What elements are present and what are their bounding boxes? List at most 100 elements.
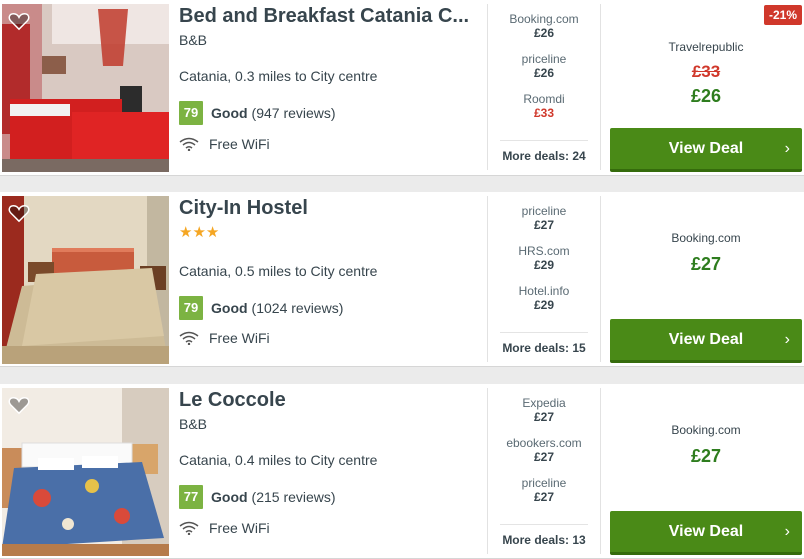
hotel-photo[interactable] bbox=[2, 196, 169, 364]
wifi-icon bbox=[179, 521, 199, 535]
deal-provider: Hotel.info bbox=[518, 284, 570, 298]
hotel-card: Bed and Breakfast Catania C... B&B Catan… bbox=[0, 0, 804, 176]
other-deal[interactable]: Hotel.info £29 bbox=[498, 284, 590, 324]
hotel-card: Le Coccole B&B Catania, 0.4 miles to Cit… bbox=[0, 384, 804, 559]
deal-price: £29 bbox=[533, 298, 555, 312]
hotel-name[interactable]: Le Coccole bbox=[179, 388, 477, 412]
deal-provider: priceline bbox=[521, 476, 567, 490]
divider bbox=[600, 196, 601, 362]
review-count: (947 reviews) bbox=[251, 105, 336, 121]
other-deal[interactable]: priceline £27 bbox=[498, 204, 590, 244]
star-rating: ★★★ bbox=[179, 224, 220, 241]
deal-provider: priceline bbox=[521, 52, 567, 66]
chevron-right-icon: › bbox=[784, 523, 790, 540]
chevron-right-icon: › bbox=[784, 140, 790, 157]
hotel-name[interactable]: City-In Hostel bbox=[179, 196, 477, 220]
deal-price: £26 bbox=[533, 66, 555, 80]
more-deals-link[interactable]: More deals: 15 bbox=[500, 332, 588, 355]
other-deals: Booking.com £26 priceline £26 Roomdi £33 bbox=[498, 12, 590, 132]
other-deal[interactable]: Roomdi £33 bbox=[498, 92, 590, 132]
rating-row[interactable]: 77 Good (215 reviews) bbox=[179, 485, 336, 509]
deal-price: £26 bbox=[533, 26, 555, 40]
hotel-info: City-In Hostel ★★★ Catania, 0.5 miles to… bbox=[179, 196, 479, 346]
other-deal[interactable]: Booking.com £26 bbox=[498, 12, 590, 52]
deal-price: £33 bbox=[533, 106, 555, 120]
hotel-location: Catania, 0.3 miles to City centre bbox=[179, 68, 378, 84]
deal-provider: Expedia bbox=[522, 396, 566, 410]
amenity-row: Free WiFi bbox=[179, 330, 270, 346]
other-deal[interactable]: Expedia £27 bbox=[498, 396, 590, 436]
hotel-results-list: Bed and Breakfast Catania C... B&B Catan… bbox=[0, 0, 804, 559]
divider bbox=[600, 388, 601, 554]
amenity-row: Free WiFi bbox=[179, 520, 270, 536]
best-deal: -21% Travelrepublic £33 £26 View Deal › bbox=[610, 0, 802, 176]
view-deal-button[interactable]: View Deal › bbox=[610, 128, 802, 172]
wifi-icon bbox=[179, 331, 199, 345]
hotel-photo[interactable] bbox=[2, 388, 169, 556]
deal-provider: HRS.com bbox=[518, 244, 570, 258]
best-deal: Booking.com £27 View Deal › bbox=[610, 192, 802, 368]
view-deal-label: View Deal bbox=[668, 330, 744, 348]
deal-price: £27 bbox=[533, 410, 555, 424]
hotel-photo[interactable] bbox=[2, 4, 169, 172]
view-deal-label: View Deal bbox=[668, 139, 744, 157]
other-deals: Expedia £27 ebookers.com £27 priceline £… bbox=[498, 396, 590, 516]
amenity-row: Free WiFi bbox=[179, 136, 270, 152]
hotel-info: Bed and Breakfast Catania C... B&B Catan… bbox=[179, 4, 479, 152]
deal-provider: priceline bbox=[521, 204, 567, 218]
heart-icon[interactable] bbox=[8, 11, 30, 31]
wifi-icon bbox=[179, 137, 199, 151]
review-count: (215 reviews) bbox=[251, 489, 336, 505]
other-deal[interactable]: priceline £26 bbox=[498, 52, 590, 92]
rating-score: 77 bbox=[179, 485, 203, 509]
old-price: £33 bbox=[691, 62, 721, 81]
deal-provider: ebookers.com bbox=[506, 436, 582, 450]
deal-provider: Roomdi bbox=[523, 92, 565, 106]
rating-label: Good bbox=[211, 489, 248, 505]
review-count: (1024 reviews) bbox=[251, 300, 344, 316]
hotel-info: Le Coccole B&B Catania, 0.4 miles to Cit… bbox=[179, 388, 479, 536]
chevron-right-icon: › bbox=[784, 331, 790, 348]
more-deals-link[interactable]: More deals: 13 bbox=[500, 524, 588, 547]
other-deal[interactable]: HRS.com £29 bbox=[498, 244, 590, 284]
amenity-label: Free WiFi bbox=[209, 136, 270, 152]
divider bbox=[600, 4, 601, 170]
accommodation-type: B&B bbox=[179, 416, 208, 432]
best-deal-provider: Travelrepublic bbox=[668, 40, 744, 54]
best-deal-provider: Booking.com bbox=[671, 423, 741, 437]
best-deal-provider: Booking.com bbox=[671, 231, 741, 245]
hotel-location: Catania, 0.4 miles to City centre bbox=[179, 452, 378, 468]
divider bbox=[487, 388, 488, 554]
heart-icon[interactable] bbox=[8, 203, 30, 223]
deal-price: £27 bbox=[533, 450, 555, 464]
hotel-location: Catania, 0.5 miles to City centre bbox=[179, 263, 378, 279]
rating-row[interactable]: 79 Good (1024 reviews) bbox=[179, 296, 343, 320]
best-price: £27 bbox=[690, 254, 722, 274]
other-deal[interactable]: ebookers.com £27 bbox=[498, 436, 590, 476]
rating-row[interactable]: 79 Good (947 reviews) bbox=[179, 101, 336, 125]
heart-icon[interactable] bbox=[8, 395, 30, 415]
other-deals: priceline £27 HRS.com £29 Hotel.info £29 bbox=[498, 204, 590, 324]
rating-label: Good bbox=[211, 105, 248, 121]
deal-price: £27 bbox=[533, 490, 555, 504]
hotel-name[interactable]: Bed and Breakfast Catania C... bbox=[179, 4, 477, 28]
best-price: £27 bbox=[690, 446, 722, 466]
amenity-label: Free WiFi bbox=[209, 330, 270, 346]
view-deal-button[interactable]: View Deal › bbox=[610, 319, 802, 363]
deal-price: £29 bbox=[533, 258, 555, 272]
more-deals-link[interactable]: More deals: 24 bbox=[500, 140, 588, 163]
deal-provider: Booking.com bbox=[509, 12, 579, 26]
rating-score: 79 bbox=[179, 296, 203, 320]
best-price: £26 bbox=[690, 86, 722, 106]
other-deal[interactable]: priceline £27 bbox=[498, 476, 590, 516]
rating-score: 79 bbox=[179, 101, 203, 125]
view-deal-button[interactable]: View Deal › bbox=[610, 511, 802, 555]
hotel-card: City-In Hostel ★★★ Catania, 0.5 miles to… bbox=[0, 192, 804, 367]
accommodation-type: B&B bbox=[179, 32, 208, 48]
best-deal: Booking.com £27 View Deal › bbox=[610, 384, 802, 559]
view-deal-label: View Deal bbox=[668, 522, 744, 540]
rating-label: Good bbox=[211, 300, 248, 316]
divider bbox=[487, 196, 488, 362]
divider bbox=[487, 4, 488, 170]
deal-price: £27 bbox=[533, 218, 555, 232]
